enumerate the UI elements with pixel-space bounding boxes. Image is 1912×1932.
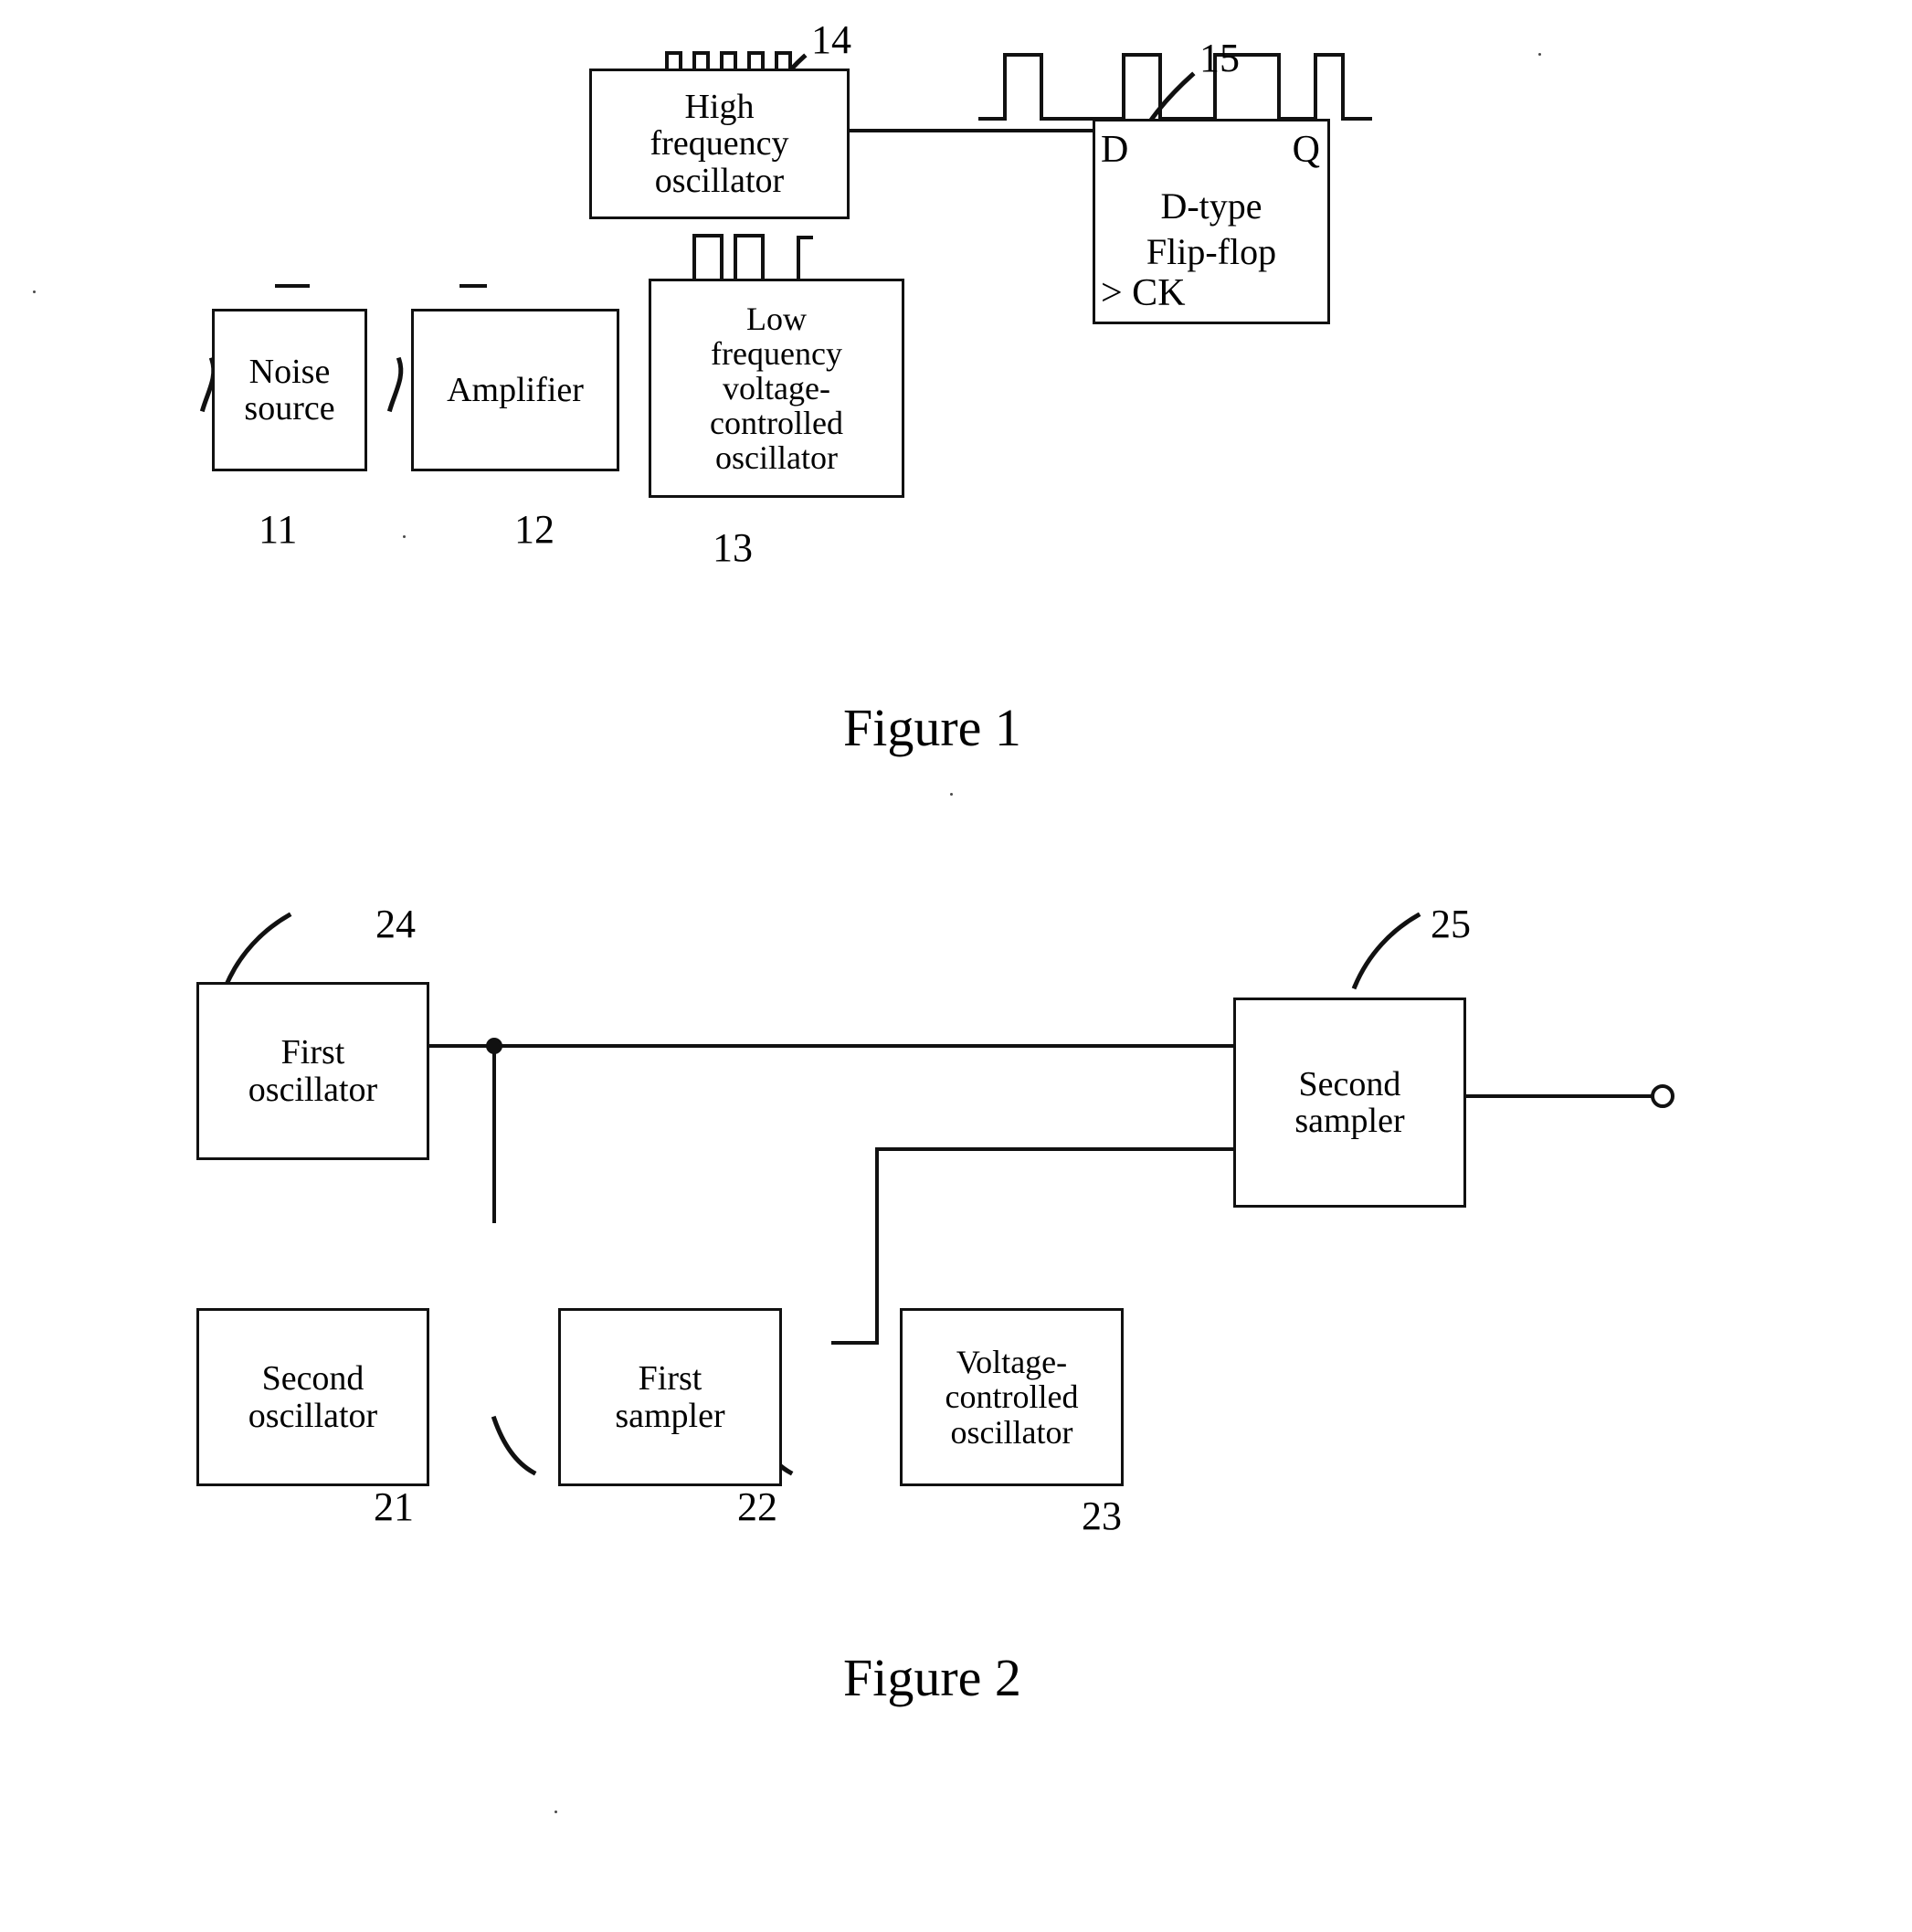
block-label: Second sampler bbox=[1294, 1064, 1405, 1140]
block-first-oscillator[interactable]: First oscillator bbox=[196, 982, 429, 1160]
block-voltage-controlled-oscillator[interactable]: Voltage- controlled oscillator bbox=[900, 1308, 1124, 1486]
block-d-type-flip-flop[interactable]: D Q D-type Flip-flop > CK bbox=[1093, 119, 1330, 324]
pin-d-label: D bbox=[1101, 129, 1129, 171]
pin-q-label: Q bbox=[1292, 129, 1320, 171]
block-label: Amplifier bbox=[447, 370, 584, 409]
pin-ck-label: > CK bbox=[1101, 272, 1186, 314]
schematic-line-art bbox=[199, 51, 1674, 1476]
ref-numeral-15: 15 bbox=[1199, 36, 1240, 80]
output-terminal-circle bbox=[1651, 1084, 1674, 1108]
ref-numeral-12: 12 bbox=[514, 507, 555, 552]
block-low-frequency-vco[interactable]: Low frequency voltage- controlled oscill… bbox=[649, 279, 904, 498]
scan-speck bbox=[403, 535, 406, 538]
block-label: D-type Flip-flop bbox=[1146, 185, 1277, 272]
scan-speck bbox=[555, 1811, 557, 1813]
block-label: High frequency oscillator bbox=[650, 88, 789, 200]
block-label: Low frequency voltage- controlled oscill… bbox=[710, 300, 843, 477]
scan-speck bbox=[1538, 53, 1541, 56]
ref-numeral-11: 11 bbox=[259, 507, 298, 552]
ref-numeral-22: 22 bbox=[737, 1484, 777, 1529]
drawing-sheet: High frequency oscillator 14 Noise sourc… bbox=[0, 0, 1912, 1932]
block-second-sampler[interactable]: Second sampler bbox=[1233, 998, 1466, 1208]
block-label: Noise source bbox=[244, 352, 335, 428]
block-noise-source[interactable]: Noise source bbox=[212, 309, 367, 471]
ref-numeral-24: 24 bbox=[375, 902, 416, 946]
ref-numeral-14: 14 bbox=[811, 17, 851, 62]
scan-speck bbox=[950, 793, 953, 796]
ref-numeral-23: 23 bbox=[1082, 1494, 1122, 1538]
ref-numeral-13: 13 bbox=[713, 525, 753, 570]
block-label: Second oscillator bbox=[248, 1359, 378, 1435]
block-label: Voltage- controlled oscillator bbox=[945, 1344, 1079, 1451]
block-first-sampler[interactable]: First sampler bbox=[558, 1308, 782, 1486]
block-label: First oscillator bbox=[248, 1033, 378, 1109]
figure-2-caption: Figure 2 bbox=[843, 1648, 1021, 1707]
figure-1-caption: Figure 1 bbox=[843, 698, 1021, 757]
ref-numeral-21: 21 bbox=[374, 1484, 414, 1529]
block-amplifier[interactable]: Amplifier bbox=[411, 309, 619, 471]
block-label: First sampler bbox=[615, 1359, 725, 1435]
scan-speck bbox=[33, 290, 36, 293]
junction-dot bbox=[486, 1038, 502, 1054]
block-high-frequency-oscillator[interactable]: High frequency oscillator bbox=[589, 69, 850, 219]
block-second-oscillator[interactable]: Second oscillator bbox=[196, 1308, 429, 1486]
ref-numeral-25: 25 bbox=[1431, 902, 1471, 946]
